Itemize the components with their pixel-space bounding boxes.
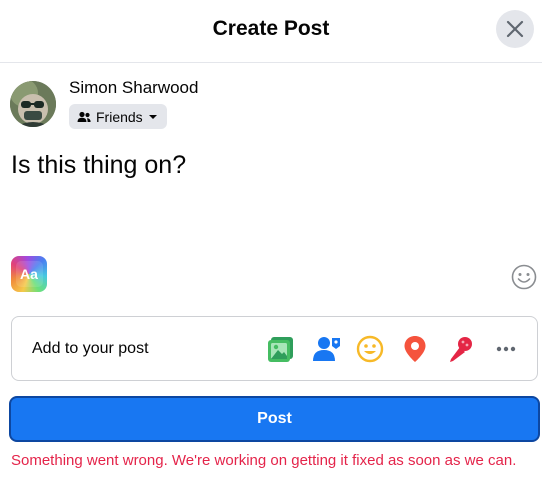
emoji-button[interactable] xyxy=(510,263,538,291)
photo-video-button[interactable] xyxy=(265,333,297,365)
add-to-post-label: Add to your post xyxy=(32,340,149,357)
audience-label: Friends xyxy=(96,108,143,125)
caret-down-icon xyxy=(148,114,157,119)
avatar[interactable] xyxy=(10,81,56,127)
close-button[interactable] xyxy=(496,10,534,48)
post-text-input[interactable]: Is this thing on? xyxy=(11,151,186,180)
dialog-title: Create Post xyxy=(212,17,330,40)
check-in-icon xyxy=(404,336,426,362)
close-icon xyxy=(506,20,524,38)
error-message: Something went wrong. We're working on g… xyxy=(11,452,517,469)
feeling-activity-button[interactable] xyxy=(354,333,386,365)
friends-icon xyxy=(77,111,91,122)
live-video-button[interactable] xyxy=(444,333,476,365)
add-to-post-panel: Add to your post xyxy=(11,316,538,381)
text-format-button[interactable]: Aa xyxy=(11,256,47,292)
feeling-icon xyxy=(356,335,384,363)
photo-video-icon xyxy=(268,337,293,362)
dialog-header: Create Post xyxy=(0,0,542,63)
post-button[interactable]: Post xyxy=(11,398,538,440)
live-video-icon xyxy=(450,337,472,362)
more-options-button[interactable] xyxy=(490,333,522,365)
tag-people-icon xyxy=(313,337,340,361)
audience-selector[interactable]: Friends xyxy=(69,104,167,129)
smiley-icon xyxy=(511,264,537,290)
check-in-button[interactable] xyxy=(399,333,431,365)
tag-people-button[interactable] xyxy=(311,333,343,365)
text-format-label: Aa xyxy=(15,261,43,287)
more-icon xyxy=(496,346,516,352)
user-name[interactable]: Simon Sharwood xyxy=(69,78,198,98)
